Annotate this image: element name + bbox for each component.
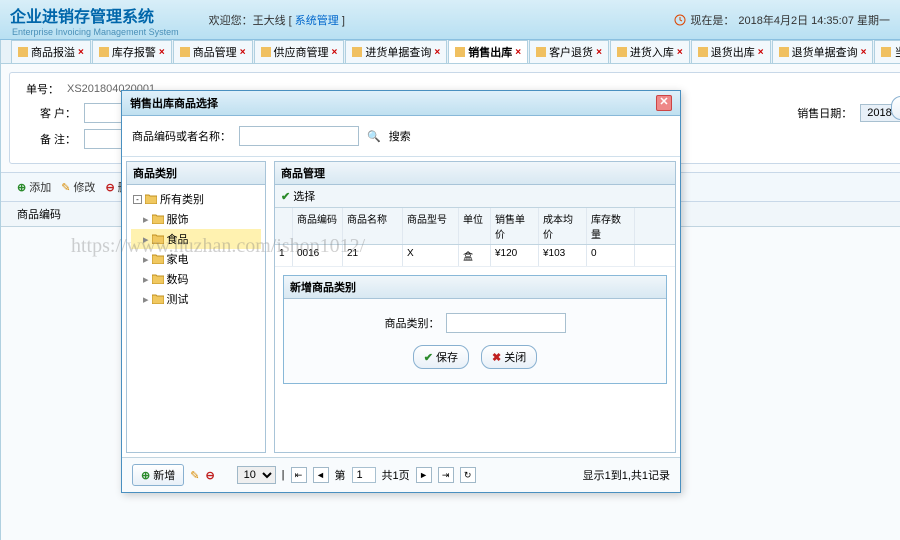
tab-icon bbox=[881, 47, 891, 57]
search-button[interactable]: 搜索 bbox=[389, 128, 411, 144]
branch-icon: ▸ bbox=[143, 293, 149, 306]
check-icon: ✔ bbox=[281, 190, 290, 203]
minus-icon: ⊖ bbox=[105, 181, 114, 194]
tab-icon bbox=[261, 47, 271, 57]
tab-close-icon[interactable]: × bbox=[515, 47, 521, 58]
check-icon: ✔ bbox=[424, 351, 433, 364]
tab-close-icon[interactable]: × bbox=[240, 47, 246, 58]
folder-icon bbox=[152, 234, 164, 244]
product-grid-row[interactable]: 1001621X盒¥120¥1030 bbox=[275, 245, 675, 267]
tab-icon bbox=[698, 47, 708, 57]
folder-icon bbox=[152, 214, 164, 224]
tab-close-icon[interactable]: × bbox=[332, 47, 338, 58]
category-item[interactable]: ▸测试 bbox=[131, 289, 261, 309]
plus-icon: ⊕ bbox=[141, 469, 150, 482]
folder-icon bbox=[152, 274, 164, 284]
app-title: 企业进销存管理系统 bbox=[10, 3, 179, 27]
category-panel: 商品类别 - 所有类别 ▸服饰▸食品▸家电▸数码▸测试 bbox=[126, 161, 266, 453]
clock-icon bbox=[674, 14, 686, 26]
tab-icon bbox=[352, 47, 362, 57]
cat-root[interactable]: - 所有类别 bbox=[131, 189, 261, 209]
tab-icon bbox=[455, 47, 465, 57]
product-search-input[interactable] bbox=[239, 126, 359, 146]
add-category-dialog: 新增商品类别 商品类别： ✔保存 ✖关闭 bbox=[283, 275, 667, 384]
category-item[interactable]: ▸数码 bbox=[131, 269, 261, 289]
tab-close-icon[interactable]: × bbox=[861, 47, 867, 58]
category-item[interactable]: ▸服饰 bbox=[131, 209, 261, 229]
product-grid-header: 商品编码商品名称商品型号单位销售单价成本均价库存数量 bbox=[275, 208, 675, 245]
minus-icon[interactable]: ⊖ bbox=[205, 469, 214, 482]
product-panel: 商品管理 ✔ 选择 商品编码商品名称商品型号单位销售单价成本均价库存数量 100… bbox=[274, 161, 676, 453]
tab-close-icon[interactable]: × bbox=[78, 47, 84, 58]
page-size-select[interactable]: 10 bbox=[237, 466, 276, 484]
category-item[interactable]: ▸食品 bbox=[131, 229, 261, 249]
plus-icon: ⊕ bbox=[17, 181, 26, 194]
dialog-titlebar[interactable]: 销售出库商品选择 ✕ bbox=[122, 91, 680, 116]
tab[interactable]: 供应商管理× bbox=[254, 40, 345, 63]
folder-icon bbox=[152, 294, 164, 304]
pager-refresh[interactable]: ↻ bbox=[460, 467, 476, 483]
pager-summary: 显示1到1,共1记录 bbox=[583, 467, 670, 483]
app-subtitle: Enterprise Invoicing Management System bbox=[12, 27, 179, 37]
tab[interactable]: 退货出库× bbox=[691, 40, 771, 63]
collapse-icon[interactable]: - bbox=[133, 195, 142, 204]
category-item[interactable]: ▸家电 bbox=[131, 249, 261, 269]
pager-first[interactable]: ⇤ bbox=[291, 467, 307, 483]
pencil-icon: ✎ bbox=[61, 181, 70, 194]
pager-next[interactable]: ► bbox=[416, 467, 432, 483]
tab[interactable]: 客户退货× bbox=[529, 40, 609, 63]
tab-close-icon[interactable]: × bbox=[434, 47, 440, 58]
clock-area: 现在是：2018年4月2日 14:35:07 星期一 bbox=[674, 12, 890, 28]
footer-add-button[interactable]: ⊕新增 bbox=[132, 464, 184, 486]
branch-icon: ▸ bbox=[143, 233, 149, 246]
product-select-dialog: 销售出库商品选择 ✕ 商品编码或者名称： 🔍 搜索 商品类别 - 所有类别 bbox=[121, 90, 681, 493]
tab-icon bbox=[617, 47, 627, 57]
tab[interactable]: 进货入库× bbox=[610, 40, 690, 63]
x-icon: ✖ bbox=[492, 351, 501, 364]
folder-icon bbox=[145, 194, 157, 204]
pager-prev[interactable]: ◄ bbox=[313, 467, 329, 483]
app-header: 企业进销存管理系统 Enterprise Invoicing Managemen… bbox=[0, 0, 900, 40]
save-order-button[interactable]: ✔ 保存 bbox=[891, 96, 900, 120]
tab-close-icon[interactable]: × bbox=[596, 47, 602, 58]
sub-save-button[interactable]: ✔保存 bbox=[413, 345, 469, 369]
tab-close-icon[interactable]: × bbox=[159, 47, 165, 58]
dialog-close-button[interactable]: ✕ bbox=[656, 95, 672, 111]
content-area: 商品报溢×库存报警×商品管理×供应商管理×进货单据查询×销售出库×客户退货×进货… bbox=[1, 40, 900, 540]
tab[interactable]: 库存报警× bbox=[92, 40, 172, 63]
search-icon[interactable]: 🔍 bbox=[367, 130, 381, 143]
tab-icon bbox=[779, 47, 789, 57]
page-input[interactable] bbox=[352, 467, 376, 483]
tab-icon bbox=[536, 47, 546, 57]
branch-icon: ▸ bbox=[143, 273, 149, 286]
edit-button[interactable]: ✎修改 bbox=[61, 179, 95, 195]
branch-icon: ▸ bbox=[143, 213, 149, 226]
select-product-button[interactable]: 选择 bbox=[293, 188, 315, 204]
tab-bar: 商品报溢×库存报警×商品管理×供应商管理×进货单据查询×销售出库×客户退货×进货… bbox=[1, 40, 900, 64]
tab[interactable]: 商品管理× bbox=[173, 40, 253, 63]
tab-close-icon[interactable]: × bbox=[758, 47, 764, 58]
role-link[interactable]: 系统管理 bbox=[295, 15, 339, 27]
tab-icon bbox=[99, 47, 109, 57]
dialog-footer: ⊕新增 ✎ ⊖ 10 | ⇤ ◄ 第 共1页 ► ⇥ ↻ 显示1到1,共1记录 bbox=[122, 457, 680, 492]
welcome-text: 欢迎您：王大线 [ 系统管理 ] bbox=[209, 12, 345, 28]
pager-last[interactable]: ⇥ bbox=[438, 467, 454, 483]
sub-close-button[interactable]: ✖关闭 bbox=[481, 345, 537, 369]
folder-icon bbox=[152, 254, 164, 264]
tab[interactable]: 进货单据查询× bbox=[345, 40, 447, 63]
category-name-input[interactable] bbox=[446, 313, 566, 333]
add-button[interactable]: ⊕添加 bbox=[17, 179, 51, 195]
tab[interactable]: 商品报溢× bbox=[11, 40, 91, 63]
tab[interactable]: 当前库存查询× bbox=[874, 40, 900, 63]
tab-icon bbox=[180, 47, 190, 57]
tab[interactable]: 销售出库× bbox=[448, 40, 528, 63]
branch-icon: ▸ bbox=[143, 253, 149, 266]
tab[interactable]: 退货单据查询× bbox=[772, 40, 874, 63]
tab-close-icon[interactable]: × bbox=[677, 47, 683, 58]
pencil-icon[interactable]: ✎ bbox=[190, 469, 199, 482]
tab-icon bbox=[18, 47, 28, 57]
